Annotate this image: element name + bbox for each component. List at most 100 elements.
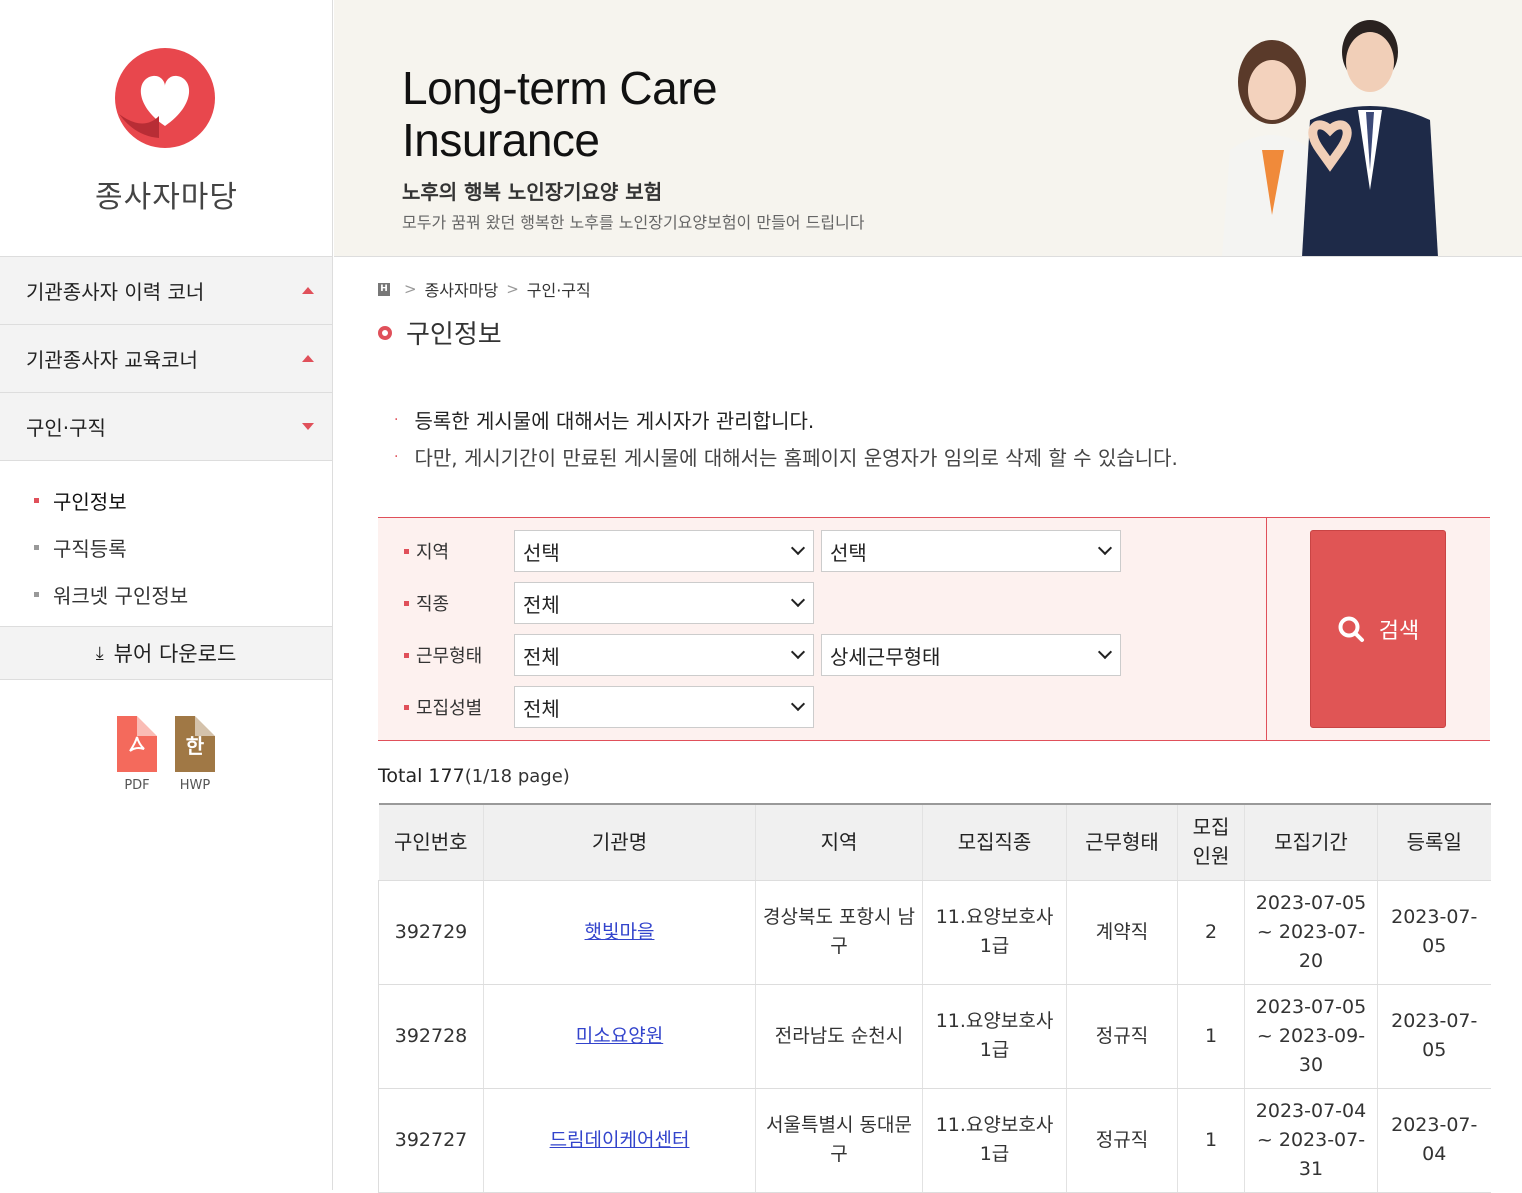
cell-org: 미소요양원 xyxy=(483,984,756,1089)
chevron-down-icon xyxy=(790,696,806,712)
filter-row-gender: 모집성별 전체 xyxy=(404,686,821,728)
filter-label-text: 직종 xyxy=(416,594,450,615)
cell-count: 1 xyxy=(1177,1088,1245,1193)
work-type-detail-select[interactable]: 상세근무형태 xyxy=(821,634,1121,676)
hwp-viewer-link[interactable]: 한 HWP xyxy=(175,716,215,793)
breadcrumb-item[interactable]: 종사자마당 xyxy=(425,277,499,301)
column-header: 모집기간 xyxy=(1244,803,1378,881)
filter-row-worktype: 근무형태 전체 상세근무형태 xyxy=(404,634,1128,676)
submenu-item-recruit-info[interactable]: 구인정보 xyxy=(0,477,332,524)
banner-title-line: Insurance xyxy=(402,114,600,166)
banner-people-image xyxy=(1222,20,1438,256)
cell-org: 햇빛마을 xyxy=(483,880,756,985)
menu-recruit-job[interactable]: 구인·구직 xyxy=(0,393,332,461)
cell-id: 392728 xyxy=(378,984,484,1089)
cell-job: 11.요양보호사 1급 xyxy=(922,984,1067,1089)
menu-education-corner[interactable]: 기관종사자 교육코너 xyxy=(0,325,332,393)
column-header: 지역 xyxy=(755,803,923,881)
cell-id: 392729 xyxy=(378,880,484,985)
org-link[interactable]: 미소요양원 xyxy=(576,1025,663,1047)
column-header: 구인번호 xyxy=(378,803,484,881)
table-header-row: 구인번호 기관명 지역 모집직종 근무형태 모집 인원 모집기간 등록일 xyxy=(378,803,1491,881)
caret-down-icon xyxy=(302,423,314,430)
hwp-file-icon: 한 xyxy=(175,716,215,772)
chevron-down-icon xyxy=(790,592,806,608)
chevron-down-icon xyxy=(790,644,806,660)
cell-region: 전라남도 순천시 xyxy=(755,984,923,1089)
select-value: 선택 xyxy=(830,540,867,565)
bullet-icon xyxy=(404,548,409,554)
pdf-file-icon xyxy=(117,716,157,772)
cell-period: 2023-07-04 ~ 2023-07-31 xyxy=(1244,1088,1378,1193)
filter-label: 근무형태 xyxy=(404,642,514,668)
chevron-down-icon xyxy=(790,540,806,556)
table-row: 392728 미소요양원 전라남도 순천시 11.요양보호사 1급 정규직 1 … xyxy=(378,984,1491,1089)
cell-job: 11.요양보호사 1급 xyxy=(922,1088,1067,1193)
cell-worktype: 정규직 xyxy=(1066,984,1178,1089)
job-type-select[interactable]: 전체 xyxy=(514,582,814,624)
notice-text: 등록한 게시물에 대해서는 게시자가 관리합니다. xyxy=(414,409,815,433)
home-icon[interactable]: H xyxy=(378,282,390,296)
submenu-item-worknet[interactable]: 워크넷 구인정보 xyxy=(0,571,332,618)
viewer-download-label: 뷰어 다운로드 xyxy=(113,642,237,666)
caret-up-icon xyxy=(302,287,314,294)
banner: Long-term Care Insurance 노후의 행복 노인장기요양 보… xyxy=(334,0,1522,257)
column-header: 근무형태 xyxy=(1066,803,1178,881)
org-link[interactable]: 드림데이케어센터 xyxy=(550,1129,690,1151)
select-value: 전체 xyxy=(523,696,560,721)
submenu-label: 구직등록 xyxy=(53,537,127,561)
submenu: 구인정보 구직등록 워크넷 구인정보 xyxy=(0,461,332,626)
viewer-download-button[interactable]: ⤓ 뷰어 다운로드 xyxy=(0,626,332,680)
filter-row-job: 직종 전체 xyxy=(404,582,821,624)
submenu-item-job-register[interactable]: 구직등록 xyxy=(0,524,332,571)
bullet-icon xyxy=(34,545,39,550)
pdf-viewer-link[interactable]: PDF xyxy=(117,716,157,793)
bullet-icon xyxy=(34,498,39,503)
filter-label: 지역 xyxy=(404,538,514,564)
work-type-select[interactable]: 전체 xyxy=(514,634,814,676)
column-header: 모집직종 xyxy=(922,803,1067,881)
caret-up-icon xyxy=(302,355,314,362)
search-icon xyxy=(1338,616,1364,642)
cell-date: 2023-07-05 xyxy=(1377,984,1491,1089)
column-header: 모집 인원 xyxy=(1177,803,1245,881)
filter-label-text: 모집성별 xyxy=(416,698,483,719)
main-content: H > 종사자마당 > 구인·구직 구인정보 · 등록한 게시물에 대해서는 게… xyxy=(378,257,1491,1193)
menu-career-corner[interactable]: 기관종사자 이력 코너 xyxy=(0,257,332,325)
ring-icon xyxy=(378,325,392,340)
heart-logo-icon xyxy=(115,48,215,148)
cell-worktype: 정규직 xyxy=(1066,1088,1178,1193)
logo-area[interactable]: 종사자마당 xyxy=(0,0,332,257)
file-caption: PDF xyxy=(124,778,150,793)
select-value: 전체 xyxy=(523,644,560,669)
table-row: 392729 햇빛마을 경상북도 포항시 남구 11.요양보호사 1급 계약직 … xyxy=(378,880,1491,985)
cell-region: 서울특별시 동대문구 xyxy=(755,1088,923,1193)
search-panel: 지역 선택 선택 직종 전체 근무형태 전체 상세근무형태 모집성별 전체 검색 xyxy=(378,517,1490,741)
region-select[interactable]: 선택 xyxy=(514,530,814,572)
total-label: Total 177 xyxy=(378,765,465,787)
logo-text: 종사자마당 xyxy=(95,180,238,215)
filter-label: 모집성별 xyxy=(404,694,514,720)
page-indicator: (1/18 page) xyxy=(464,766,570,787)
submenu-label: 구인정보 xyxy=(53,490,127,514)
cell-count: 1 xyxy=(1177,984,1245,1089)
page-title: 구인정보 xyxy=(378,314,1490,351)
breadcrumb-item[interactable]: 구인·구직 xyxy=(527,277,591,301)
cell-period: 2023-07-05 ~ 2023-09-30 xyxy=(1244,984,1378,1089)
chevron-right-icon: > xyxy=(506,280,519,298)
filter-row-region: 지역 선택 선택 xyxy=(404,530,1128,572)
bullet-icon xyxy=(404,704,409,710)
search-button-label: 검색 xyxy=(1378,619,1420,644)
notice-item: · 다만, 게시기간이 만료된 게시물에 대해서는 홈페이지 운영자가 임의로 … xyxy=(394,438,1490,475)
gender-select[interactable]: 전체 xyxy=(514,686,814,728)
bullet-icon: · xyxy=(394,411,399,428)
total-count: Total 177(1/18 page) xyxy=(378,765,1490,787)
bullet-icon xyxy=(404,652,409,658)
notice-text: 다만, 게시기간이 만료된 게시물에 대해서는 홈페이지 운영자가 임의로 삭제… xyxy=(414,446,1178,470)
org-link[interactable]: 햇빛마을 xyxy=(585,921,655,943)
chevron-right-icon: > xyxy=(404,280,417,298)
sidebar: 종사자마당 기관종사자 이력 코너 기관종사자 교육코너 구인·구직 구인정보 … xyxy=(0,0,333,1190)
region-detail-select[interactable]: 선택 xyxy=(821,530,1121,572)
search-button[interactable]: 검색 xyxy=(1310,530,1446,728)
cell-count: 2 xyxy=(1177,880,1245,985)
